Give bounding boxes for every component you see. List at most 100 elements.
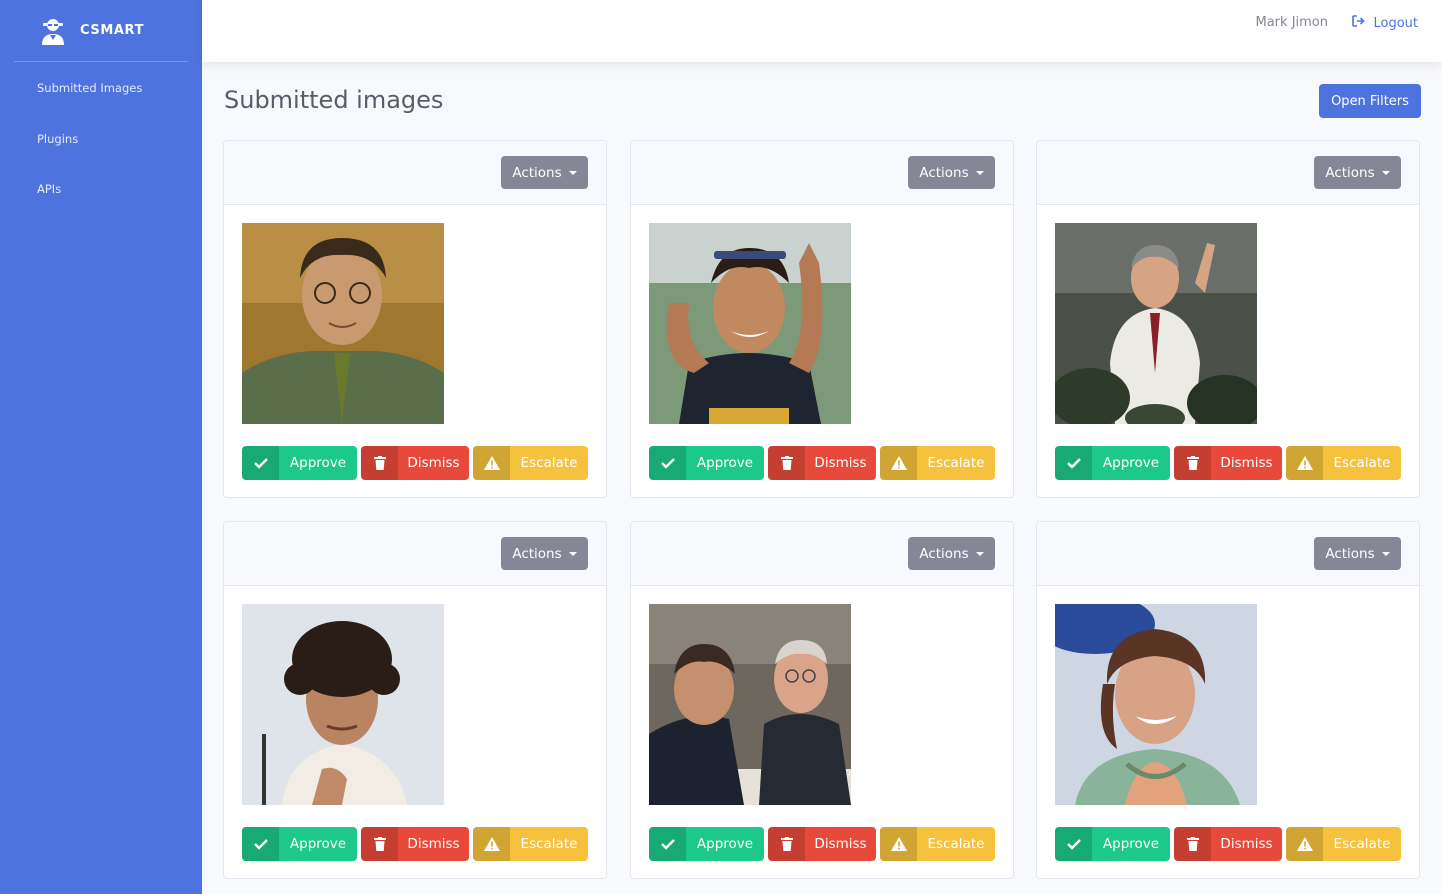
dismiss-button[interactable]: Dismiss	[768, 827, 876, 861]
sidebar-item-apis[interactable]: APIs	[37, 182, 61, 196]
actions-dropdown-button[interactable]: Actions	[908, 537, 995, 570]
approve-button[interactable]: Approve	[649, 446, 764, 480]
trash-icon	[1174, 827, 1211, 861]
warning-icon	[473, 446, 510, 480]
approve-label: Approve	[1102, 455, 1160, 471]
user-secret-icon	[39, 15, 67, 47]
moderation-buttons: Approve Dismiss Escalate	[242, 827, 588, 861]
trash-icon	[768, 827, 805, 861]
approve-label: Approve	[696, 836, 754, 852]
escalate-button[interactable]: Escalate	[880, 446, 995, 480]
logout-link[interactable]: Logout	[1352, 15, 1418, 31]
approve-label: Approve	[289, 836, 347, 852]
actions-label: Actions	[512, 545, 562, 562]
warning-icon	[1286, 827, 1323, 861]
dismiss-button[interactable]: Dismiss	[1174, 446, 1282, 480]
escalate-button[interactable]: Escalate	[473, 827, 588, 861]
approve-button[interactable]: Approve	[242, 446, 357, 480]
submitted-photo[interactable]	[1055, 223, 1257, 424]
sidebar-item-submitted-images[interactable]: Submitted Images	[37, 81, 142, 95]
card-header: Actions	[1037, 141, 1419, 205]
approve-label: Approve	[1102, 836, 1160, 852]
card-header: Actions	[224, 522, 606, 586]
dismiss-button[interactable]: Dismiss	[361, 446, 469, 480]
escalate-label: Escalate	[1333, 836, 1391, 852]
image-card: Actions Approve Dismiss Escalate	[1036, 140, 1420, 498]
actions-label: Actions	[919, 545, 969, 562]
page-title: Submitted images	[224, 86, 444, 114]
sidebar: CSMART Submitted Images Plugins APIs	[0, 0, 202, 894]
escalate-label: Escalate	[1333, 455, 1391, 471]
escalate-label: Escalate	[520, 455, 578, 471]
image-card: Actions Approve Dismiss Escalate	[1036, 521, 1420, 879]
trash-icon	[361, 446, 398, 480]
submitted-photo[interactable]	[649, 604, 851, 805]
actions-dropdown-button[interactable]: Actions	[1314, 156, 1401, 189]
dismiss-label: Dismiss	[407, 836, 460, 852]
caret-down-icon	[568, 170, 577, 175]
warning-icon	[1286, 446, 1323, 480]
trash-icon	[768, 446, 805, 480]
approve-button[interactable]: Approve	[242, 827, 357, 861]
dismiss-label: Dismiss	[1220, 836, 1273, 852]
moderation-buttons: Approve Dismiss Escalate	[649, 827, 995, 861]
brand-name: CSMART	[80, 23, 145, 38]
card-header: Actions	[631, 141, 1013, 205]
escalate-button[interactable]: Escalate	[473, 446, 588, 480]
dismiss-button[interactable]: Dismiss	[1174, 827, 1282, 861]
moderation-buttons: Approve Dismiss Escalate	[1055, 446, 1401, 480]
dismiss-label: Dismiss	[814, 455, 867, 471]
actions-dropdown-button[interactable]: Actions	[501, 537, 588, 570]
submitted-photo[interactable]	[242, 604, 444, 805]
caret-down-icon	[975, 551, 984, 556]
caret-down-icon	[1381, 170, 1390, 175]
caret-down-icon	[568, 551, 577, 556]
caret-down-icon	[1381, 551, 1390, 556]
actions-dropdown-button[interactable]: Actions	[501, 156, 588, 189]
dismiss-button[interactable]: Dismiss	[361, 827, 469, 861]
image-card: Actions Approve Dismiss Escalate	[223, 140, 607, 498]
card-header: Actions	[1037, 522, 1419, 586]
submitted-photo[interactable]	[1055, 604, 1257, 805]
approve-label: Approve	[289, 455, 347, 471]
escalate-button[interactable]: Escalate	[880, 827, 995, 861]
actions-label: Actions	[1325, 545, 1375, 562]
image-card: Actions Approve Dismiss Escalate	[630, 521, 1014, 879]
trash-icon	[361, 827, 398, 861]
actions-label: Actions	[919, 164, 969, 181]
image-card: Actions Approve Dismiss Escalate	[223, 521, 607, 879]
dismiss-button[interactable]: Dismiss	[768, 446, 876, 480]
caret-down-icon	[975, 170, 984, 175]
moderation-buttons: Approve Dismiss Escalate	[242, 446, 588, 480]
escalate-label: Escalate	[520, 836, 578, 852]
warning-icon	[880, 446, 917, 480]
trash-icon	[1174, 446, 1211, 480]
open-filters-button[interactable]: Open Filters	[1319, 84, 1421, 118]
submitted-photo[interactable]	[242, 223, 444, 424]
escalate-button[interactable]: Escalate	[1286, 446, 1401, 480]
escalate-button[interactable]: Escalate	[1286, 827, 1401, 861]
check-icon	[649, 827, 686, 861]
escalate-label: Escalate	[927, 455, 985, 471]
actions-dropdown-button[interactable]: Actions	[908, 156, 995, 189]
actions-dropdown-button[interactable]: Actions	[1314, 537, 1401, 570]
approve-button[interactable]: Approve	[649, 827, 764, 861]
sign-out-icon	[1352, 15, 1366, 31]
sidebar-item-plugins[interactable]: Plugins	[37, 132, 78, 146]
submitted-photo[interactable]	[649, 223, 851, 424]
check-icon	[649, 446, 686, 480]
dismiss-label: Dismiss	[1220, 455, 1273, 471]
approve-button[interactable]: Approve	[1055, 827, 1170, 861]
escalate-label: Escalate	[927, 836, 985, 852]
check-icon	[242, 827, 279, 861]
actions-label: Actions	[1325, 164, 1375, 181]
dismiss-label: Dismiss	[407, 455, 460, 471]
dismiss-label: Dismiss	[814, 836, 867, 852]
check-icon	[1055, 446, 1092, 480]
moderation-buttons: Approve Dismiss Escalate	[649, 446, 995, 480]
moderation-buttons: Approve Dismiss Escalate	[1055, 827, 1401, 861]
warning-icon	[880, 827, 917, 861]
approve-button[interactable]: Approve	[1055, 446, 1170, 480]
user-name[interactable]: Mark Jimon	[1256, 15, 1329, 30]
brand[interactable]: CSMART	[14, 0, 188, 62]
